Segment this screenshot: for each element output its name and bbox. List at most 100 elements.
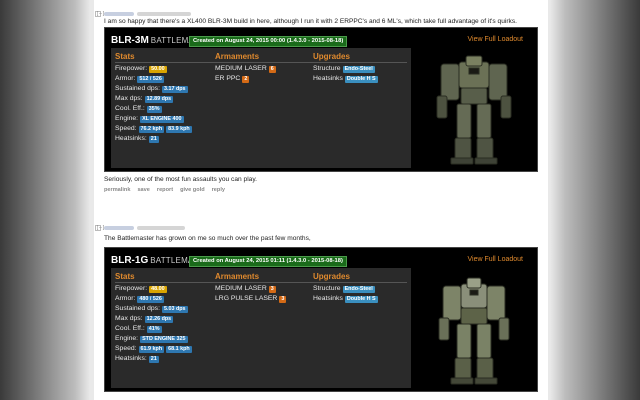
stat-value: 48.00: [149, 285, 167, 293]
upgrade-value: Double H S: [344, 295, 378, 303]
armament-row: LRG PULSE LASER 3: [215, 295, 287, 303]
stat-row: Sustained dps: 3.17 dps: [115, 85, 188, 93]
stat-value: 76.2 kph: [138, 125, 165, 133]
upgrade-row: Heatsinks Double H S: [313, 295, 378, 303]
stat-value: 3.17 dps: [161, 85, 188, 93]
mech-image: [436, 55, 512, 165]
mech-id: BLR-3M: [111, 35, 149, 46]
stat-row: Armor: 480 / 526: [115, 295, 164, 303]
stat-label: Armor:: [115, 295, 136, 302]
stat-label: Armor:: [115, 75, 136, 82]
upgrade-label: Structure: [313, 285, 341, 292]
stat-label: Engine:: [115, 115, 139, 122]
armament-label: MEDIUM LASER: [215, 285, 267, 292]
stat-row: Armor: 512 / 526: [115, 75, 164, 83]
loadout-card: BLR-3M BATTLEMASTER Created on August 24,…: [104, 27, 538, 172]
stat-value: 21: [148, 135, 159, 143]
armament-label: ER PPC: [215, 75, 241, 82]
armament-label: MEDIUM LASER: [215, 65, 267, 72]
stat-value: XL ENGINE 400: [140, 115, 184, 123]
stat-value-alt: 68.1 kph: [166, 345, 192, 353]
stat-row: Cool. Eff.: 41%: [115, 325, 162, 333]
stat-value: 21: [148, 355, 159, 363]
report-link[interactable]: report: [157, 187, 173, 193]
stat-value: 5.03 dps: [161, 305, 188, 313]
upgrade-row: Heatsinks Double H S: [313, 75, 378, 83]
armaments-header: Armaments: [215, 272, 260, 281]
stats-header: Stats: [115, 272, 135, 281]
give-gold-link[interactable]: give gold: [180, 187, 205, 193]
header-divider: [115, 282, 407, 283]
upgrades-header: Upgrades: [313, 272, 350, 281]
upgrade-label: Heatsinks: [313, 75, 343, 82]
upgrade-label: Heatsinks: [313, 295, 343, 302]
stat-label: Heatsinks:: [115, 135, 147, 142]
stat-value-alt: 83.9 kph: [166, 125, 192, 133]
stat-row: Heatsinks: 21: [115, 355, 159, 363]
stat-row: Cool. Eff.: 35%: [115, 105, 162, 113]
armament-count: 2: [242, 75, 250, 83]
stat-row: Firepower: 48.00: [115, 285, 167, 293]
comment-tagline: [–]: [94, 9, 548, 18]
save-link[interactable]: save: [137, 187, 149, 193]
stat-value: 512 / 526: [137, 75, 164, 83]
upgrade-value: Endo-Steel: [342, 285, 375, 293]
loadout-panel: Stats Armaments Upgrades Firepower: 48.00…: [111, 268, 411, 388]
stat-label: Speed:: [115, 345, 137, 352]
armament-row: MEDIUM LASER 6: [215, 65, 276, 73]
stat-value: 12.89 dps: [144, 95, 174, 103]
mech-id: BLR-1G: [111, 255, 149, 266]
stat-value: 35%: [146, 105, 162, 113]
armament-count: 3: [279, 295, 287, 303]
created-badge: Created on August 24, 2015 01:11 (1.4.3.…: [189, 256, 347, 267]
permalink-link[interactable]: permalink: [104, 187, 130, 193]
stat-label: Cool. Eff.:: [115, 105, 145, 112]
comment-meta: [137, 11, 191, 16]
stat-label: Max dps:: [115, 315, 143, 322]
stat-value: 61.9 kph: [138, 345, 165, 353]
armament-count: 6: [268, 65, 276, 73]
stat-row: Firepower: 50.00: [115, 65, 167, 73]
armament-count: 3: [268, 285, 276, 293]
stat-label: Sustained dps:: [115, 85, 160, 92]
upgrades-header: Upgrades: [313, 52, 350, 61]
created-badge: Created on August 24, 2015 00:00 (1.4.3.…: [189, 36, 348, 47]
stat-label: Engine:: [115, 335, 139, 342]
author-link[interactable]: [104, 11, 134, 16]
comment-followup: Seriously, one of the most fun assaults …: [104, 176, 257, 183]
comments-page: [–] I am so happy that there's a XL400 B…: [94, 0, 548, 400]
comment-actions: permalink save report give gold reply: [94, 187, 548, 193]
stat-label: Firepower:: [115, 65, 148, 72]
stat-label: Cool. Eff.:: [115, 325, 145, 332]
upgrade-row: Structure Endo-Steel: [313, 285, 375, 293]
view-full-loadout-link[interactable]: View Full Loadout: [467, 36, 523, 43]
comment-tagline: [–]: [94, 223, 548, 232]
header-divider: [115, 62, 407, 63]
stat-label: Heatsinks:: [115, 355, 147, 362]
upgrade-row: Structure Endo-Steel: [313, 65, 375, 73]
stat-label: Speed:: [115, 125, 137, 132]
stat-row: Heatsinks: 21: [115, 135, 159, 143]
stat-label: Sustained dps:: [115, 305, 160, 312]
stat-value: STD ENGINE 325: [140, 335, 188, 343]
armament-row: ER PPC 2: [215, 75, 250, 83]
comment-meta: [137, 225, 185, 230]
comment-body: The Battlemaster has grown on me so much…: [104, 235, 311, 242]
upgrade-value: Endo-Steel: [342, 65, 375, 73]
upgrade-value: Double H S: [344, 75, 378, 83]
stat-value: 480 / 526: [137, 295, 164, 303]
reply-link[interactable]: reply: [212, 187, 225, 193]
armament-label: LRG PULSE LASER: [215, 295, 278, 302]
author-link[interactable]: [104, 225, 134, 230]
comment-2: [–] The Battlemaster has grown on me so …: [94, 223, 548, 392]
stat-label: Max dps:: [115, 95, 143, 102]
view-full-loadout-link[interactable]: View Full Loadout: [467, 256, 523, 263]
comment-1: [–] I am so happy that there's a XL400 B…: [94, 9, 548, 193]
collapse-toggle[interactable]: [–]: [95, 224, 105, 231]
stat-row: Engine: XL ENGINE 400: [115, 115, 184, 123]
stat-value: 12.26 dps: [144, 315, 174, 323]
armament-row: MEDIUM LASER 3: [215, 285, 276, 293]
collapse-toggle[interactable]: [–]: [95, 10, 105, 17]
upgrade-label: Structure: [313, 65, 341, 72]
stat-row: Speed: 76.2 kph 83.9 kph: [115, 125, 192, 133]
